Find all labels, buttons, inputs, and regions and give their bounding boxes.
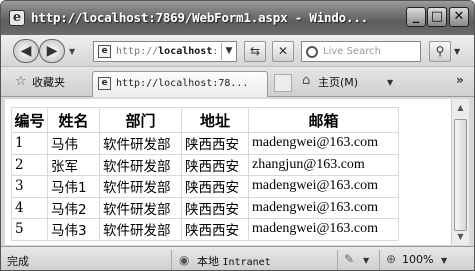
address-input[interactable]: e http://localhost:7 ▼: [93, 41, 237, 62]
cell-name: 马伟3: [47, 218, 100, 241]
home-button[interactable]: 主页(M): [318, 74, 358, 90]
cell-department: 软件研发部: [99, 196, 182, 219]
status-divider: [171, 250, 172, 270]
vertical-scrollbar[interactable]: ▲ ▼: [451, 99, 469, 245]
page-content: 编号 姓名 部门 地址 邮箱 1 马伟 软件研发部 陕西西安 madengwei…: [5, 99, 451, 245]
header-address: 地址: [181, 107, 249, 133]
forward-arrow-icon: ▶: [46, 43, 58, 59]
cell-address: 陕西西安: [181, 196, 249, 219]
minimize-button[interactable]: _: [406, 7, 426, 27]
stop-icon: ✕: [277, 44, 289, 58]
employee-table: 编号 姓名 部门 地址 邮箱 1 马伟 软件研发部 陕西西安 madengwei…: [11, 107, 399, 241]
table-header-row: 编号 姓名 部门 地址 邮箱: [11, 107, 399, 133]
ie-page-icon: e: [9, 10, 25, 26]
back-arrow-icon: ◀: [20, 43, 32, 59]
table-row: 5 马伟3 软件研发部 陕西西安 madengwei@163.com: [11, 218, 399, 241]
search-icon: ⚲: [435, 44, 445, 58]
live-search-logo-icon: [306, 46, 318, 58]
zone-label-cn: 本地: [197, 255, 219, 268]
back-button[interactable]: ◀: [13, 39, 39, 63]
browser-tab[interactable]: e http://localhost:78...: [92, 71, 268, 97]
status-divider: [337, 250, 338, 270]
address-dropdown-icon[interactable]: ▼: [221, 43, 236, 60]
tab-label: http://localhost:78...: [116, 78, 249, 89]
header-department: 部门: [99, 107, 182, 133]
search-placeholder: Live Search: [323, 46, 381, 57]
header-name: 姓名: [47, 107, 100, 133]
cell-address: 陕西西安: [181, 153, 249, 176]
cell-email: madengwei@163.com: [248, 132, 399, 155]
search-input[interactable]: Live Search: [301, 41, 421, 62]
zoom-level[interactable]: 100%: [402, 253, 433, 266]
maximize-button[interactable]: □: [427, 7, 447, 27]
address-toolbar: ◀ ▶ ▼ e http://localhost:7 ▼ ⇆ ✕ Live Se…: [1, 35, 474, 67]
cell-email: madengwei@163.com: [248, 196, 399, 219]
scroll-down-arrow-icon[interactable]: ▼: [453, 229, 468, 244]
status-divider: [379, 250, 380, 270]
scrollbar-thumb[interactable]: [454, 119, 467, 231]
tab-page-icon: e: [98, 77, 111, 90]
cell-id: 1: [11, 132, 48, 155]
browser-window: e http://localhost:7869/WebForm1.aspx - …: [0, 0, 475, 271]
security-zone-label[interactable]: 本地 Intranet: [197, 253, 271, 269]
status-bar: 完成 ◉ 本地 Intranet ✎ ▼ ⊕ 100% ▼: [1, 246, 474, 270]
table-row: 1 马伟 软件研发部 陕西西安 madengwei@163.com: [11, 132, 399, 155]
status-text: 完成: [7, 255, 29, 268]
cell-address: 陕西西安: [181, 132, 249, 155]
address-text[interactable]: http://localhost:7: [116, 46, 216, 57]
zoom-icon[interactable]: ⊕: [386, 252, 396, 266]
zoom-dropdown-icon[interactable]: ▼: [441, 256, 447, 265]
refresh-button[interactable]: ⇆: [244, 41, 266, 62]
zone-label-en: Intranet: [222, 257, 271, 268]
table-row: 3 马伟1 软件研发部 陕西西安 madengwei@163.com: [11, 175, 399, 198]
page-icon: e: [98, 45, 111, 58]
forward-button[interactable]: ▶: [39, 39, 65, 63]
cell-name: 马伟2: [47, 196, 100, 219]
cell-name: 马伟1: [47, 175, 100, 198]
home-icon[interactable]: ⌂: [302, 73, 310, 88]
protected-mode-dropdown-icon[interactable]: ▼: [363, 256, 369, 265]
stop-button[interactable]: ✕: [272, 41, 294, 62]
cell-address: 陕西西安: [181, 218, 249, 241]
header-id: 编号: [11, 107, 48, 133]
home-dropdown-icon[interactable]: ▼: [387, 78, 393, 87]
favorites-star-icon[interactable]: ☆: [15, 74, 27, 89]
search-button[interactable]: ⚲: [429, 41, 451, 62]
window-title: http://localhost:7869/WebForm1.aspx - Wi…: [31, 10, 368, 25]
cell-name: 张军: [47, 153, 100, 176]
table-row: 2 张军 软件研发部 陕西西安 zhangjun@163.com: [11, 153, 399, 176]
history-dropdown-icon[interactable]: ▼: [69, 47, 75, 56]
cell-department: 软件研发部: [99, 132, 182, 155]
close-button[interactable]: ✕: [449, 7, 469, 27]
favorites-tab-bar: ☆ 收藏夹 e http://localhost:78... ⌂ 主页(M) ▼…: [1, 67, 474, 97]
title-bar: e http://localhost:7869/WebForm1.aspx - …: [1, 1, 474, 35]
cell-id: 2: [11, 153, 48, 176]
cell-department: 软件研发部: [99, 218, 182, 241]
new-tab-button[interactable]: [274, 74, 292, 92]
url-prefix: http://: [116, 46, 159, 57]
cell-department: 软件研发部: [99, 153, 182, 176]
cell-name: 马伟: [47, 132, 100, 155]
scroll-up-arrow-icon[interactable]: ▲: [453, 100, 468, 115]
cell-address: 陕西西安: [181, 175, 249, 198]
protected-mode-icon[interactable]: ✎: [344, 252, 354, 266]
cell-email: madengwei@163.com: [248, 175, 399, 198]
cell-department: 软件研发部: [99, 175, 182, 198]
cell-id: 4: [11, 196, 48, 219]
intranet-zone-icon: ◉: [179, 253, 190, 267]
more-tools-chevron-icon[interactable]: »: [456, 73, 464, 87]
cell-email: zhangjun@163.com: [248, 153, 399, 176]
favorites-button[interactable]: 收藏夹: [32, 74, 65, 90]
search-options-dropdown-icon[interactable]: ▼: [454, 47, 460, 56]
cell-id: 5: [11, 218, 48, 241]
cell-id: 3: [11, 175, 48, 198]
header-email: 邮箱: [248, 107, 399, 133]
cell-email: madengwei@163.com: [248, 218, 399, 241]
refresh-icon: ⇆: [249, 44, 261, 58]
url-rest: :7: [212, 46, 216, 57]
url-host: localhost: [158, 46, 213, 57]
table-row: 4 马伟2 软件研发部 陕西西安 madengwei@163.com: [11, 196, 399, 219]
